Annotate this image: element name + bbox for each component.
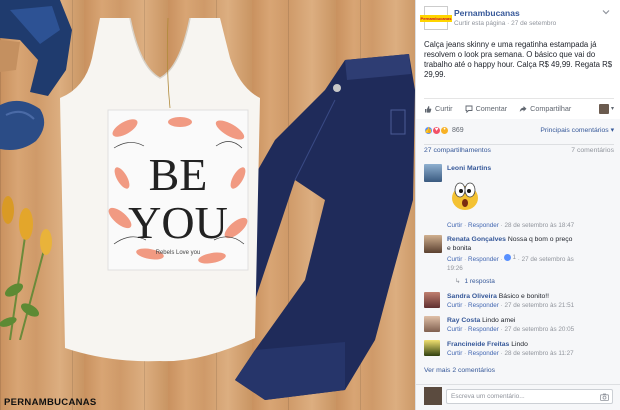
page-name-link[interactable]: Pernambucanas [454,8,520,18]
comment-meta: Curtir · Responder · 28 de setembro às 1… [447,350,574,357]
camera-icon[interactable] [600,393,609,401]
replies-link[interactable]: ↳ 1 resposta [455,277,495,286]
shares-link[interactable]: 27 compartilhamentos [424,147,491,156]
like-label: Curtir [435,104,453,113]
top-comments-dropdown[interactable]: Principais comentários ▾ [540,126,614,134]
comment-button[interactable]: Comentar [465,104,508,113]
comment-item: Francineide Freitas Lindo Curtir · Respo… [424,340,614,360]
shirt-print-line1: BE [149,149,208,200]
chevron-down-icon[interactable] [602,8,610,16]
comment-body: Leoni Martins [447,164,614,173]
comment-item: Leoni Martins Curtir · Responder · 28 de… [424,164,614,234]
comment-body: Renata Gonçalves Nossa q bom o preço e b… [447,235,614,273]
comment-icon [465,105,473,113]
actor-avatar[interactable] [598,103,609,114]
comment-time[interactable]: 28 de setembro às 18:47 [504,222,574,229]
comment-reply-link[interactable]: Responder [468,326,499,333]
comment-reply-link[interactable]: Responder [468,222,499,229]
avatar[interactable] [424,292,440,308]
comment-like-link[interactable]: Curtir [447,302,462,309]
commenter-name[interactable]: Francineide Freitas [447,341,509,348]
commenter-name[interactable]: Sandra Oliveira [447,293,497,300]
avatar[interactable] [424,340,440,356]
comment-time[interactable]: 28 de setembro às 11:27 [504,350,573,357]
meta-separator: · [507,20,510,27]
comment-like-badge[interactable]: 1 [504,253,516,262]
commenter-name[interactable]: Leoni Martins [447,165,491,172]
brand-watermark: PERNAMBUCANAS [4,397,97,408]
wow-reaction-icon: • [440,125,449,135]
comment-text: Básico e bonito!! [498,293,550,300]
avatar[interactable] [424,235,442,253]
comment-label: Comentar [475,104,508,113]
tank-top-image: BE YOU Rebels Love you [60,18,260,362]
comment-text: Nossa q bom o preço [507,236,573,243]
shocked-emoji-sticker [452,182,478,210]
replies-count: 1 resposta [464,278,495,285]
shirt-print-tagline: Rebels Love you [156,250,201,256]
comment-item: Ray Costa Lindo amei Curtir · Responder … [424,316,614,336]
comment-like-count: 1 [512,254,516,261]
actor-caret-icon[interactable]: ▾ [611,105,614,112]
comment-text: Lindo [511,341,528,348]
comment-like-link[interactable]: Curtir [447,350,462,357]
commenter-name[interactable]: Ray Costa [447,317,480,324]
avatar [424,387,442,405]
comments-count: 7 comentários [571,147,614,154]
comment-like-link[interactable]: Curtir [447,256,462,263]
comment-reply-link[interactable]: Responder [468,302,499,309]
post-text: Calça jeans skinny e uma regatinha estam… [424,40,613,79]
write-comment-area: Escreva um comentário... [416,384,620,410]
avatar[interactable] [424,316,440,332]
page-logo: Pernambucanas [419,14,453,22]
comment-text: Lindo amei [482,317,516,324]
reaction-count: 869 [452,126,464,134]
comment-text-cont: e bonita [447,245,472,252]
comment-body: Ray Costa Lindo amei Curtir · Responder … [447,316,614,334]
comment-body: Sandra Oliveira Básico e bonito!! Curtir… [447,292,614,310]
share-button[interactable]: Compartilhar [519,104,571,113]
comment-like-link[interactable]: Curtir [447,326,462,333]
comment-input-placeholder: Escreva um comentário... [451,393,525,400]
like-reaction-icon [504,254,512,261]
comment-meta: Curtir · Responder · 1 · 27 de setembro … [447,253,574,272]
shares-row: 27 compartilhamentos 7 comentários [424,144,614,156]
comment-meta: Curtir · Responder · 28 de setembro às 1… [447,222,575,229]
reply-arrow-icon: ↳ [455,278,461,285]
post-date[interactable]: 27 de setembro [511,20,556,27]
comment-item: Renata Gonçalves Nossa q bom o preço e b… [424,235,614,285]
comment-reply-link[interactable]: Responder [468,350,499,357]
like-page-link[interactable]: Curtir esta página [454,20,505,27]
commenter-name[interactable]: Renata Gonçalves [447,236,506,243]
like-button[interactable]: Curtir [424,104,453,113]
comment-item: Sandra Oliveira Básico e bonito!! Curtir… [424,292,614,312]
comment-time[interactable]: 27 de setembro às 20:05 [504,326,574,333]
comment-time[interactable]: 27 de setembro às [522,256,574,263]
shirt-print-line2: YOU [128,197,228,248]
post-header: Pernambucanas Pernambucanas Curtir esta … [419,6,614,32]
see-more-comments-link[interactable]: Ver mais 2 comentários [424,367,495,374]
post-photo[interactable]: BE YOU Rebels Love you PERNAMBUCANAS [0,0,415,410]
reactions-row[interactable]: 👍 ♥ • 869 Principais comentários ▾ [424,124,614,136]
comment-body: Francineide Freitas Lindo Curtir · Respo… [447,340,614,358]
avatar[interactable] [424,164,442,182]
page-avatar[interactable]: Pernambucanas [419,6,453,30]
comment-like-link[interactable]: Curtir [447,222,462,229]
comment-meta: Curtir · Responder · 27 de setembro às 2… [447,326,575,333]
post-panel: Pernambucanas Pernambucanas Curtir esta … [415,0,620,410]
post-actions: Curtir Comentar Compartilhar ▾ [424,98,614,118]
comment-reply-link[interactable]: Responder [468,256,499,263]
comment-time-cont[interactable]: 19:26 [447,265,463,272]
comment-time[interactable]: 27 de setembro às 21:51 [504,302,574,309]
post-meta: Curtir esta página · 27 de setembro [454,20,556,27]
comment-meta: Curtir · Responder · 27 de setembro às 2… [447,302,575,309]
thumbs-up-icon [425,105,432,113]
share-label: Compartilhar [530,104,572,113]
share-icon [519,105,527,112]
comment-input[interactable]: Escreva um comentário... [446,389,613,404]
